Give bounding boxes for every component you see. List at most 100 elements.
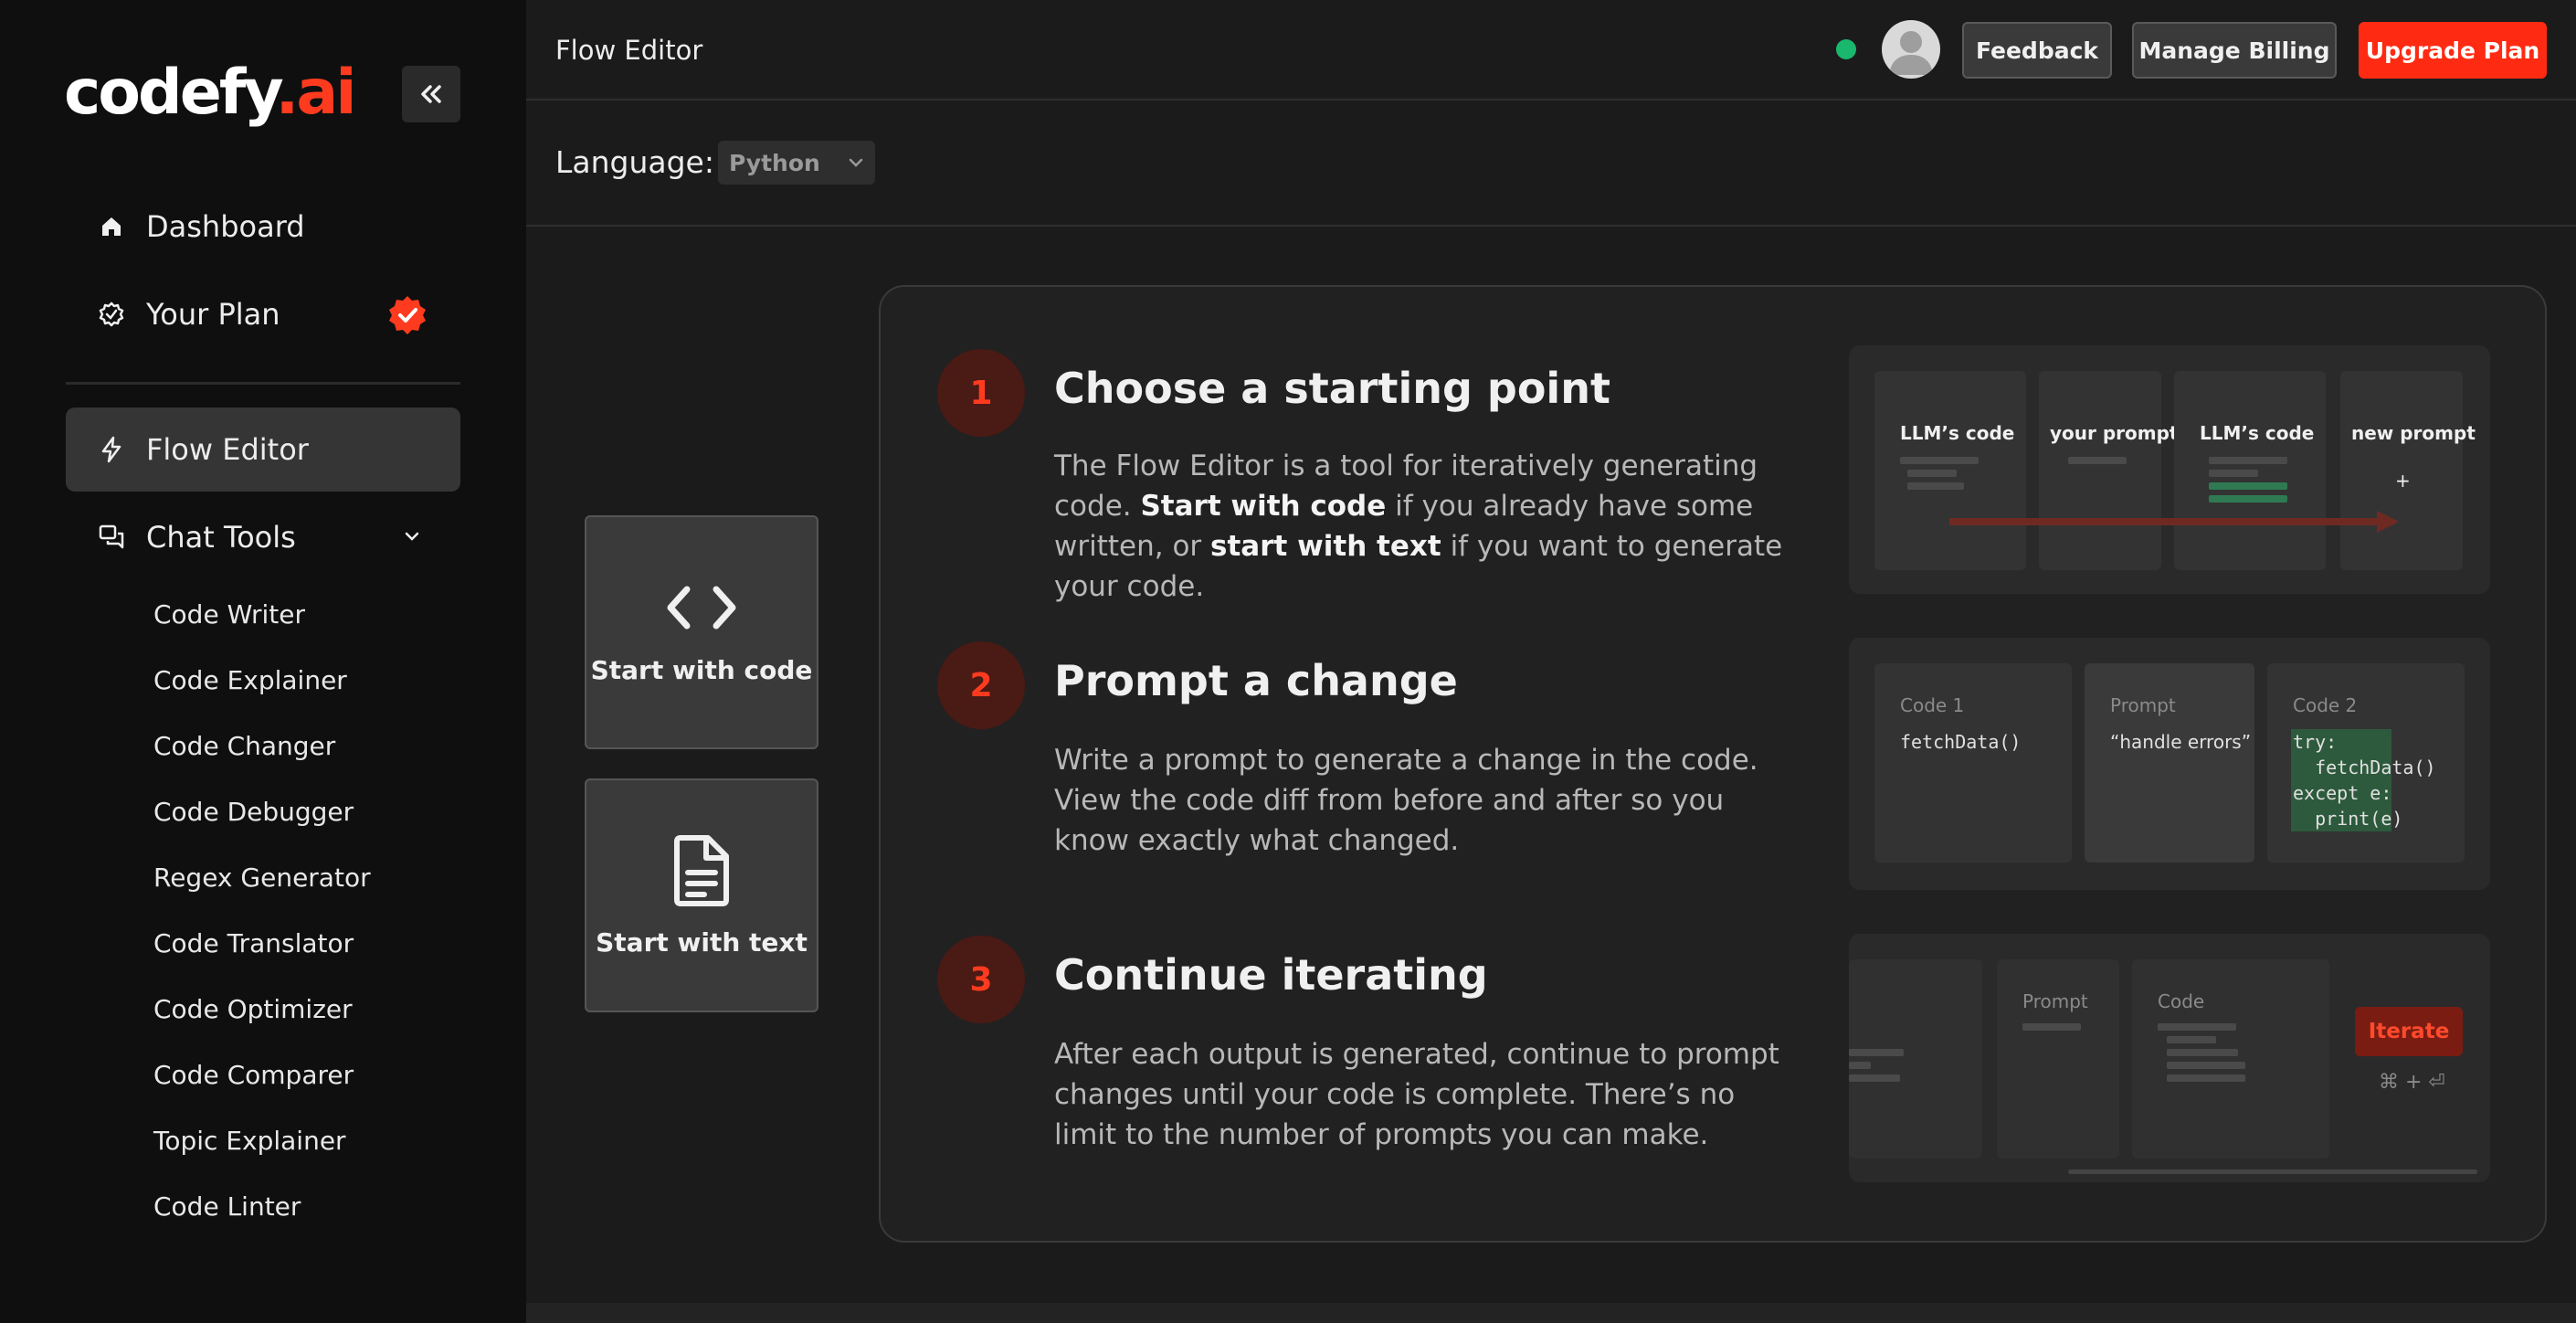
user-icon (1889, 31, 1933, 75)
code-line (2167, 1049, 2238, 1056)
illus-column-code2: Code 2 try: fetchData() except e: print(… (2267, 663, 2465, 863)
collapse-sidebar-button[interactable] (402, 66, 460, 122)
code-line (2209, 470, 2258, 477)
illus-column-prompt: Prompt “handle errors” (2085, 663, 2254, 863)
step-description: Write a prompt to generate a change in t… (1054, 744, 1758, 857)
home-icon (93, 214, 130, 239)
code-line (1907, 470, 1957, 477)
arrow-icon (1949, 511, 2399, 533)
illus-column (1849, 959, 1982, 1159)
step-title: Prompt a change (1054, 656, 1458, 705)
status-indicator (1836, 39, 1856, 59)
sidebar-item-label: Flow Editor (146, 432, 309, 467)
code-brackets-icon (667, 586, 736, 629)
illus-column-header: LLM’s code (1900, 422, 2015, 444)
chevron-down-icon[interactable] (402, 526, 422, 550)
illus-column-header: new prompt (2351, 422, 2476, 444)
sidebar-item-flow-editor[interactable]: Flow Editor (66, 407, 460, 492)
illus-column: new prompt + (2340, 371, 2476, 570)
top-bar: Flow Editor Feedback Manage Billing Upgr… (526, 0, 2576, 101)
plus-text: + (2395, 470, 2411, 492)
code-line (2158, 1023, 2236, 1031)
illustration-starting-point: LLM’s code your prompt LLM’s code new pr… (1849, 345, 2490, 594)
sidebar-subitem-code-debugger[interactable]: Code Debugger (153, 797, 354, 827)
code-line: print(e) (2293, 808, 2403, 830)
sidebar-subitem-code-changer[interactable]: Code Changer (153, 731, 335, 761)
illus-column-header: Code 2 (2293, 694, 2358, 716)
sidebar-subitem-code-optimizer[interactable]: Code Optimizer (153, 994, 353, 1024)
language-label: Language: (555, 144, 714, 180)
code-line (2167, 1062, 2245, 1069)
start-with-text-label: Start with text (596, 926, 808, 958)
sidebar-subitem-code-explainer[interactable]: Code Explainer (153, 665, 347, 695)
illus-column-header: LLM’s code (2200, 422, 2315, 444)
sidebar-item-dashboard[interactable]: Dashboard (66, 185, 460, 269)
illus-column-header: Prompt (2110, 694, 2176, 716)
step-title: Choose a starting point (1054, 364, 1610, 413)
settings-badge-icon (93, 301, 130, 328)
code-snippet: fetchData() (1900, 731, 2022, 753)
feedback-button[interactable]: Feedback (1962, 22, 2112, 79)
code-line (2209, 457, 2287, 464)
prompt-line (2022, 1023, 2081, 1031)
sidebar-subitem-topic-explainer[interactable]: Topic Explainer (153, 1126, 346, 1156)
iterate-button: Iterate (2355, 1007, 2463, 1056)
sidebar-item-label: Your Plan (146, 297, 280, 332)
step-description: After each output is generated, continue… (1054, 1038, 1779, 1151)
manage-billing-button[interactable]: Manage Billing (2132, 22, 2337, 79)
step-description: The Flow Editor is a tool for iterativel… (1054, 450, 1783, 603)
illus-column: LLM’s code (2174, 371, 2326, 570)
step-number: 2 (937, 641, 1025, 729)
keyboard-shortcut: ⌘ + ⏎ (2379, 1071, 2445, 1094)
step-title: Continue iterating (1054, 950, 1488, 1000)
sidebar-item-label: Dashboard (146, 209, 305, 244)
lightning-icon (93, 436, 130, 463)
start-with-code-label: Start with code (590, 654, 813, 685)
chat-icon (93, 524, 130, 551)
code-line (1849, 1074, 1900, 1082)
sidebar-divider (66, 382, 460, 385)
sidebar-subitem-code-writer[interactable]: Code Writer (153, 599, 305, 630)
step-number: 1 (937, 349, 1025, 437)
sidebar-subitem-code-linter[interactable]: Code Linter (153, 1191, 301, 1222)
bottom-strip (526, 1303, 2576, 1323)
code-line (1849, 1062, 1871, 1069)
illus-column: your prompt (2039, 371, 2178, 570)
sidebar-subitem-code-translator[interactable]: Code Translator (153, 928, 354, 958)
verified-badge-icon (387, 294, 428, 338)
sidebar-subitem-code-comparer[interactable]: Code Comparer (153, 1060, 354, 1090)
code-line: try: (2293, 731, 2338, 753)
illustration-prompt-change: Code 1 fetchData() Prompt “handle errors… (1849, 638, 2490, 890)
code-line-added (2209, 495, 2287, 503)
prompt-line (2068, 457, 2127, 464)
prompt-text: “handle errors” (2110, 731, 2252, 753)
upgrade-plan-button[interactable]: Upgrade Plan (2359, 22, 2547, 79)
sidebar-subitem-regex-generator[interactable]: Regex Generator (153, 863, 371, 893)
code-line: except e: (2293, 782, 2392, 804)
illus-column-prompt: Prompt (1997, 959, 2119, 1159)
step-number: 3 (937, 936, 1025, 1023)
illus-column-header: Prompt (2022, 990, 2088, 1012)
illus-column-code1: Code 1 fetchData() (1874, 663, 2072, 863)
language-select[interactable]: Python (718, 141, 875, 185)
codefy-logo[interactable]: codefy.ai (64, 57, 357, 129)
sidebar-item-label: Chat Tools (146, 520, 296, 555)
page-title: Flow Editor (555, 35, 703, 66)
illus-column-code: Code (2132, 959, 2329, 1159)
language-bar: Language: Python (526, 101, 2576, 227)
double-chevron-left-icon (421, 85, 441, 103)
avatar[interactable] (1882, 20, 1940, 79)
illus-column: LLM’s code (1874, 371, 2026, 570)
code-line (1900, 457, 1979, 464)
document-icon (674, 834, 729, 906)
code-line: fetchData() (2293, 757, 2436, 778)
start-with-code-button[interactable]: Start with code (585, 515, 818, 749)
code-line (1849, 1049, 1904, 1056)
code-line (2167, 1036, 2216, 1043)
illus-column-header: Code (2158, 990, 2205, 1012)
code-line (1907, 482, 1964, 490)
flow-steps-card: 1 Choose a starting point The Flow Edito… (879, 285, 2547, 1243)
start-with-text-button[interactable]: Start with text (585, 778, 818, 1012)
language-selected-value: Python (729, 149, 820, 176)
chevron-down-icon (846, 152, 866, 178)
